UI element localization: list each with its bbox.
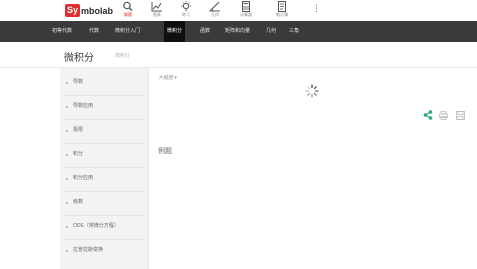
category-pre-calculus[interactable]: 微积分入门: [112, 21, 143, 42]
nav-practice[interactable]: 练习: [174, 1, 198, 17]
top-header: Sy mbolab 解题 图表 练习 几何 计算器 笔记簿 ⋮: [0, 0, 477, 21]
sidebar-item-series[interactable]: ▸ 级数: [60, 191, 149, 215]
breadcrumb[interactable]: 微积分: [115, 52, 130, 59]
title-row: 微积分 微积分: [0, 42, 477, 68]
category-calculus[interactable]: 微积分: [164, 21, 186, 42]
nav-label: 几何: [211, 12, 219, 17]
share-icon[interactable]: [423, 110, 433, 120]
sidebar-item-integral-applications[interactable]: ▸ 积分应用: [60, 167, 149, 191]
main-panel: 大键盘 ▾ 例题: [149, 68, 477, 269]
nav-notebook[interactable]: 笔记簿: [270, 1, 294, 17]
sidebar-item-label: 拉普拉斯变换: [73, 247, 104, 253]
sidebar-item-label: ODE（常微分方程）: [73, 223, 119, 229]
more-menu-icon[interactable]: ⋮: [312, 4, 321, 13]
category-functions[interactable]: 函数: [197, 21, 213, 42]
nav-geometry[interactable]: 几何: [203, 1, 227, 17]
sidebar-item-laplace-transform[interactable]: ▸ 拉普拉斯变换: [60, 239, 149, 263]
nav-solver[interactable]: 解题: [116, 1, 140, 17]
sidebar-item-derivatives[interactable]: ▸ 导数: [60, 71, 149, 95]
category-pre-algebra[interactable]: 初等代数: [49, 21, 75, 42]
category-algebra[interactable]: 代数: [86, 21, 102, 42]
lightbulb-icon: [181, 1, 191, 11]
category-matrices-vectors[interactable]: 矩阵和向量: [222, 21, 253, 42]
expand-arrow-icon: ▸: [66, 128, 69, 133]
sidebar-item-integrals[interactable]: ▸ 积分: [60, 143, 149, 167]
page-title: 微积分: [64, 53, 94, 64]
expand-arrow-icon: ▸: [66, 152, 69, 157]
chart-icon: [151, 2, 162, 12]
loading-spinner-icon: [305, 84, 319, 98]
angle-icon: [209, 1, 220, 12]
nav-graph[interactable]: 图表: [145, 1, 169, 17]
expand-arrow-icon: ▸: [66, 248, 69, 253]
nav-label: 图表: [153, 12, 161, 17]
sidebar-item-label: 导数应用: [73, 103, 94, 109]
nav-label: 解题: [124, 12, 132, 17]
sidebar-item-label: 级数: [73, 199, 84, 205]
sidebar-item-label: 导数: [73, 79, 84, 85]
logo-badge: Sy: [65, 4, 81, 17]
topics-sidebar: ▸ 导数 ▸ 导数应用 ▸ 极限 ▸ 积分 ▸ 积分应用 ▸ 级数 ▸ ODE（…: [60, 68, 149, 269]
logo-text: mbolab: [81, 5, 114, 16]
calculator-icon: [242, 1, 250, 12]
sidebar-item-derivative-applications[interactable]: ▸ 导数应用: [60, 95, 149, 119]
category-trigonometry[interactable]: 三角: [286, 21, 302, 42]
print-icon[interactable]: [439, 111, 448, 120]
nav-label: 笔记簿: [276, 12, 288, 17]
save-icon[interactable]: [456, 111, 465, 120]
nav-label: 练习: [182, 12, 190, 17]
expand-arrow-icon: ▸: [66, 224, 69, 229]
expand-arrow-icon: ▸: [66, 200, 69, 205]
notebook-icon: [278, 1, 286, 12]
search-icon: [123, 1, 133, 12]
nav-label: 计算器: [240, 12, 252, 17]
sidebar-item-limits[interactable]: ▸ 极限: [60, 119, 149, 143]
category-geometry[interactable]: 几何: [263, 21, 279, 42]
expand-arrow-icon: ▸: [66, 176, 69, 181]
sidebar-item-ode[interactable]: ▸ ODE（常微分方程）: [60, 215, 149, 239]
nav-calculator[interactable]: 计算器: [234, 1, 258, 17]
expand-arrow-icon: ▸: [66, 80, 69, 85]
sidebar-item-label: 极限: [73, 127, 84, 133]
expand-arrow-icon: ▸: [66, 104, 69, 109]
symbolab-logo[interactable]: Sy mbolab: [65, 3, 113, 18]
keyboard-toggle[interactable]: 大键盘 ▾: [158, 74, 177, 81]
examples-heading: 例题: [158, 148, 172, 155]
sidebar-item-label: 积分应用: [73, 175, 94, 181]
sidebar-item-label: 积分: [73, 151, 84, 157]
category-nav: 初等代数 代数 微积分入门 微积分 函数 矩阵和向量 几何 三角: [0, 21, 477, 42]
